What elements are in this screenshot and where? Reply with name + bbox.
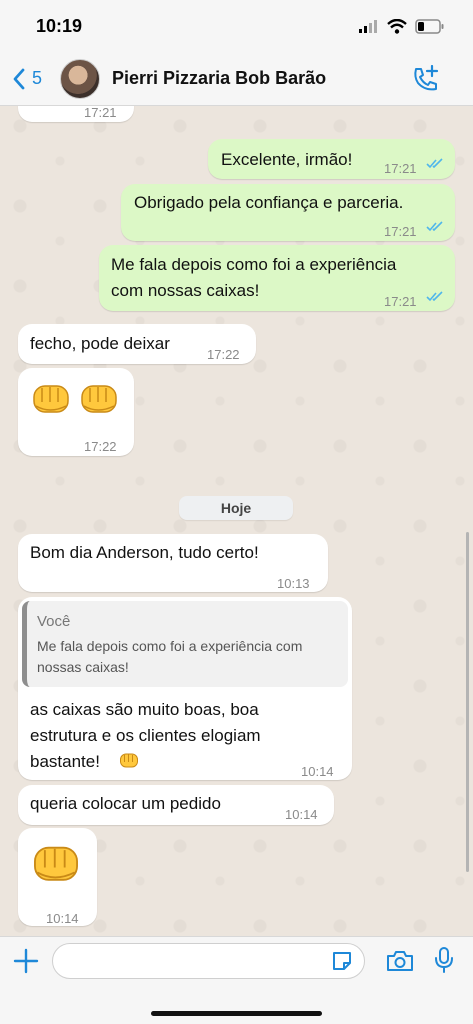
message-bubble[interactable]: Obrigado pela confiança e parceria. 17:2…: [121, 184, 455, 241]
camera-icon[interactable]: [386, 949, 414, 973]
unread-count: 5: [32, 68, 43, 88]
status-icons: [359, 18, 445, 34]
message-time: 10:14: [285, 807, 318, 822]
composer-bar: [0, 936, 473, 1024]
fist-bump-emoji-icon: [120, 753, 138, 768]
message-text: queria colocar um pedido: [30, 794, 221, 813]
fist-bump-emoji-icon: [81, 385, 117, 413]
message-time: 17:21: [84, 106, 117, 120]
sticker-icon[interactable]: [330, 949, 354, 973]
wifi-icon: [387, 18, 407, 34]
emoji-message-bubble[interactable]: 10:14: [18, 828, 97, 926]
message-bubble[interactable]: Me fala depois como foi a experiência co…: [99, 245, 455, 311]
avatar[interactable]: [60, 58, 101, 99]
quoted-message[interactable]: Você Me fala depois como foi a experiênc…: [22, 601, 348, 687]
scroll-indicator[interactable]: [466, 532, 469, 872]
message-input[interactable]: [52, 943, 365, 979]
read-ticks-icon: [426, 221, 443, 232]
read-ticks-icon: [426, 158, 443, 169]
date-separator: Hoje: [179, 496, 293, 520]
message-time: 10:13: [277, 576, 310, 591]
add-call-icon[interactable]: [411, 65, 439, 93]
message-time: 10:14: [46, 911, 79, 926]
chat-header: 5 Pierri Pizzaria Bob Barão: [0, 52, 473, 106]
back-chevron-icon: [13, 68, 25, 89]
back-button[interactable]: 5: [12, 68, 42, 90]
chat-area[interactable]: 17:21 Excelente, irmão! 17:21 Obrigado p…: [0, 106, 473, 936]
message-time: 17:21: [384, 224, 417, 239]
plus-icon[interactable]: [13, 948, 39, 974]
fist-bump-emoji-icon: [33, 385, 69, 413]
message-bubble[interactable]: 17:21: [18, 106, 134, 122]
message-bubble[interactable]: Excelente, irmão! 17:21: [208, 139, 455, 179]
message-text: Bom dia Anderson, tudo certo!: [30, 543, 259, 562]
message-text-line: as caixas são muito boas, boa: [30, 700, 259, 719]
contact-name[interactable]: Pierri Pizzaria Bob Barão: [112, 68, 326, 89]
read-ticks-icon: [426, 291, 443, 302]
microphone-icon[interactable]: [434, 946, 454, 974]
message-bubble[interactable]: Bom dia Anderson, tudo certo! 10:13: [18, 534, 328, 592]
message-text: fecho, pode deixar: [30, 334, 170, 353]
status-bar: 10:19: [0, 0, 473, 52]
quote-text-line: nossas caixas!: [37, 659, 129, 675]
message-time: 17:21: [384, 294, 417, 309]
message-time: 17:22: [207, 347, 240, 362]
message-time: 17:22: [84, 439, 117, 454]
message-text: Excelente, irmão!: [221, 150, 353, 169]
fist-bump-emoji-icon: [34, 846, 78, 881]
message-time: 10:14: [301, 764, 334, 779]
battery-icon: [415, 18, 444, 34]
signal-icon: [359, 20, 377, 33]
home-indicator[interactable]: [151, 1011, 322, 1016]
message-text-line: bastante!: [30, 752, 100, 771]
message-bubble[interactable]: queria colocar um pedido 10:14: [18, 785, 334, 825]
message-bubble[interactable]: fecho, pode deixar 17:22: [18, 324, 256, 364]
message-text-line: com nossas caixas!: [111, 281, 260, 300]
message-text: Obrigado pela confiança e parceria.: [134, 193, 404, 212]
message-text-line: Me fala depois como foi a experiência: [111, 255, 397, 274]
emoji-message-bubble[interactable]: 17:22: [18, 368, 134, 456]
message-text-line: estrutura e os clientes elogiam: [30, 726, 261, 745]
quote-text-line: Me fala depois como foi a experiência co…: [37, 638, 303, 654]
status-time: 10:19: [36, 15, 83, 36]
quote-author: Você: [37, 613, 71, 630]
message-time: 17:21: [384, 161, 417, 176]
reply-message-bubble[interactable]: Você Me fala depois como foi a experiênc…: [18, 597, 352, 780]
